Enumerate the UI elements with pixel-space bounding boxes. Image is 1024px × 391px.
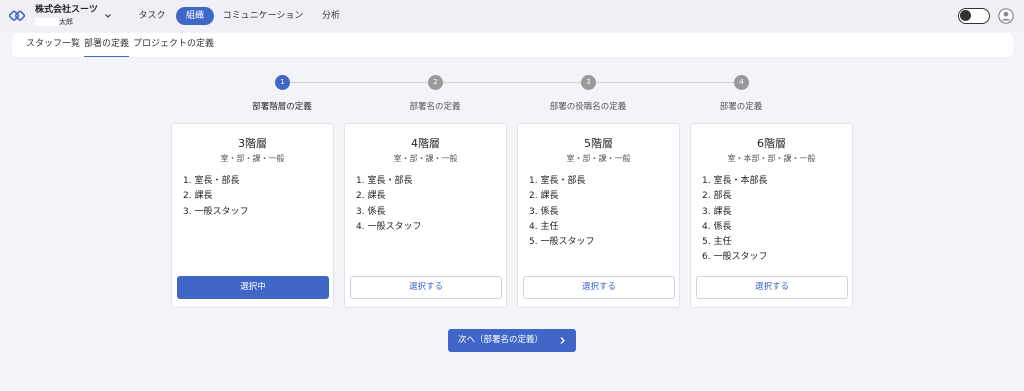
chevron-right-icon bbox=[560, 337, 565, 344]
nav-organization[interactable]: 組織 bbox=[176, 7, 214, 25]
select-button[interactable]: 選択中 bbox=[177, 276, 329, 299]
card-title: 4階層 bbox=[411, 137, 440, 150]
card-subtitle: 室・本部・部・課・一般 bbox=[727, 154, 816, 163]
role-item: 4. 主任 bbox=[529, 221, 559, 232]
step-1-circle[interactable]: 1 bbox=[275, 75, 290, 90]
hierarchy-card-3[interactable]: 3階層 室・部・課・一般 1. 室長・部長 2. 課長 3. 一般スタッフ 選択… bbox=[171, 123, 334, 308]
user-avatar-icon[interactable] bbox=[998, 8, 1014, 24]
card-subtitle: 室・部・課・一般 bbox=[393, 154, 458, 163]
role-item: 3. 課長 bbox=[702, 206, 732, 217]
step-connector bbox=[596, 82, 734, 83]
role-list: 1. 室長・部長 2. 課長 3. 一般スタッフ bbox=[183, 174, 248, 220]
top-header: 株式会社スーツ 太郎 タスク 組織 コミュニケーション 分析 bbox=[0, 0, 1024, 32]
step-connector bbox=[443, 82, 581, 83]
role-item: 2. 部長 bbox=[702, 191, 732, 202]
chevron-down-icon[interactable] bbox=[103, 11, 113, 21]
step-2-circle[interactable]: 2 bbox=[428, 75, 443, 90]
role-item: 2. 課長 bbox=[529, 191, 559, 202]
role-item: 4. 係長 bbox=[702, 221, 732, 232]
user-name: 太郎 bbox=[59, 18, 73, 26]
company-name: 株式会社スーツ bbox=[35, 5, 98, 15]
role-item: 3. 係長 bbox=[529, 206, 559, 217]
subnav-project-definition[interactable]: プロジェクトの定義 bbox=[133, 33, 214, 57]
role-item: 1. 室長・本部長 bbox=[702, 176, 768, 186]
select-button[interactable]: 選択する bbox=[523, 276, 675, 299]
next-button[interactable]: 次へ（部署名の定義） bbox=[448, 329, 576, 352]
select-button[interactable]: 選択する bbox=[696, 276, 848, 299]
role-list: 1. 室長・部長 2. 課長 3. 係長 4. 主任 5. 一般スタッフ bbox=[529, 174, 594, 250]
toggle-knob bbox=[960, 10, 971, 21]
role-item: 1. 室長・部長 bbox=[356, 176, 413, 186]
role-item: 5. 一般スタッフ bbox=[529, 237, 595, 248]
role-item: 6. 一般スタッフ bbox=[702, 252, 768, 263]
role-list: 1. 室長・本部長 2. 部長 3. 課長 4. 係長 5. 主任 6. 一般ス… bbox=[702, 174, 767, 266]
role-item: 2. 課長 bbox=[183, 191, 213, 202]
role-item: 1. 室長・部長 bbox=[183, 176, 240, 186]
card-title: 5階層 bbox=[584, 137, 613, 150]
step-3-circle[interactable]: 3 bbox=[581, 75, 596, 90]
stepper: 1 2 3 4 部署階層の定義 部署名の定義 部署の役職名の定義 部署の定義 bbox=[0, 72, 1024, 122]
step-4-circle[interactable]: 4 bbox=[734, 75, 749, 90]
card-subtitle: 室・部・課・一般 bbox=[220, 154, 285, 163]
nav-tasks[interactable]: タスク bbox=[132, 7, 172, 25]
hierarchy-card-6[interactable]: 6階層 室・本部・部・課・一般 1. 室長・本部長 2. 部長 3. 課長 4.… bbox=[690, 123, 853, 308]
step-connector bbox=[290, 82, 428, 83]
card-subtitle: 室・部・課・一般 bbox=[566, 154, 631, 163]
role-item: 5. 主任 bbox=[702, 237, 732, 248]
theme-toggle[interactable] bbox=[958, 8, 990, 24]
user-name-mask bbox=[35, 18, 59, 26]
subnav-staff-list[interactable]: スタッフ一覧 bbox=[26, 33, 80, 57]
role-item: 4. 一般スタッフ bbox=[356, 221, 422, 232]
logo-icon[interactable] bbox=[9, 8, 25, 24]
card-title: 3階層 bbox=[238, 137, 267, 150]
sub-navigation: スタッフ一覧 部署の定義 プロジェクトの定義 bbox=[12, 33, 1013, 57]
step-2-label: 部署名の定義 bbox=[409, 102, 461, 112]
role-list: 1. 室長・部長 2. 課長 3. 係長 4. 一般スタッフ bbox=[356, 174, 421, 235]
step-1-label: 部署階層の定義 bbox=[252, 102, 312, 112]
user-row: 太郎 bbox=[35, 17, 99, 27]
role-item: 2. 課長 bbox=[356, 191, 386, 202]
next-button-label: 次へ（部署名の定義） bbox=[458, 335, 544, 345]
role-item: 3. 係長 bbox=[356, 206, 386, 217]
hierarchy-card-5[interactable]: 5階層 室・部・課・一般 1. 室長・部長 2. 課長 3. 係長 4. 主任 … bbox=[517, 123, 680, 308]
step-4-label: 部署の定義 bbox=[719, 102, 763, 112]
card-title: 6階層 bbox=[757, 137, 786, 150]
hierarchy-card-4[interactable]: 4階層 室・部・課・一般 1. 室長・部長 2. 課長 3. 係長 4. 一般ス… bbox=[344, 123, 507, 308]
role-item: 3. 一般スタッフ bbox=[183, 206, 249, 217]
role-item: 1. 室長・部長 bbox=[529, 176, 586, 186]
select-button[interactable]: 選択する bbox=[350, 276, 502, 299]
nav-communication[interactable]: コミュニケーション bbox=[220, 7, 306, 25]
subnav-department-definition[interactable]: 部署の定義 bbox=[84, 33, 130, 57]
nav-analysis[interactable]: 分析 bbox=[317, 7, 345, 25]
step-3-label: 部署の役職名の定義 bbox=[549, 102, 627, 112]
